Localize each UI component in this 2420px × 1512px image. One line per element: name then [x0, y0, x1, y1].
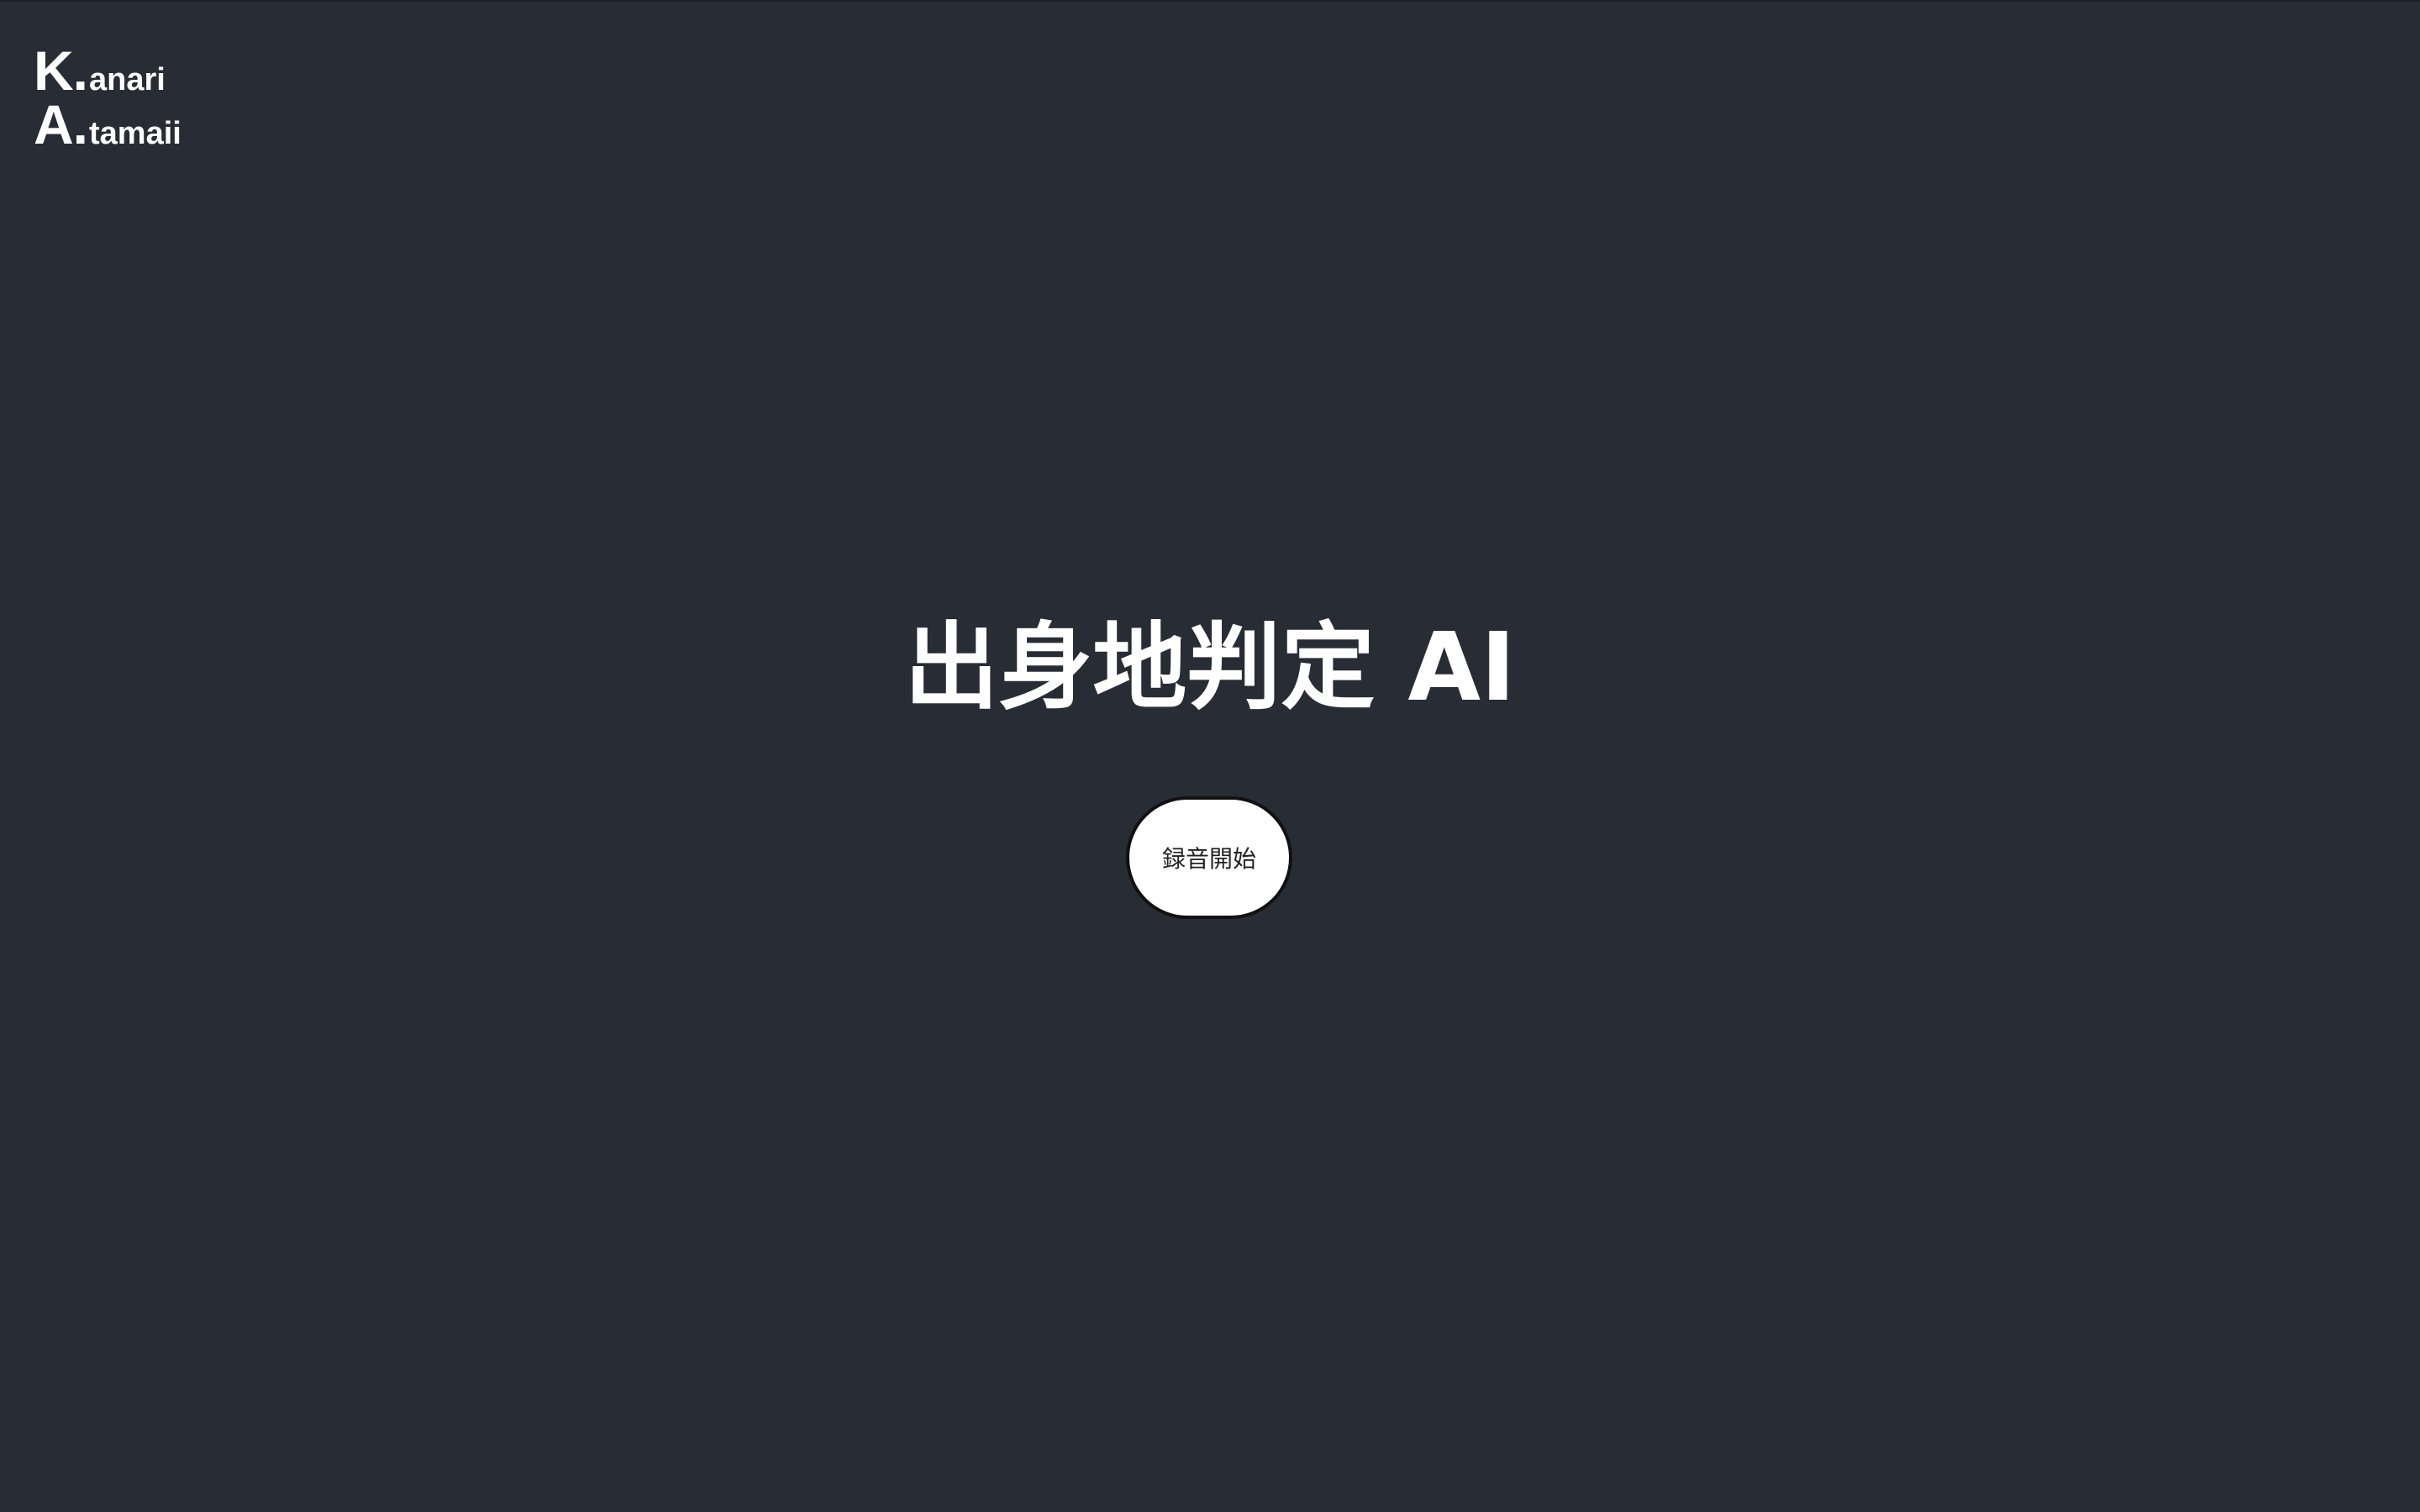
logo-initial-k: K. — [34, 39, 88, 102]
site-logo[interactable]: K. anari A. tamaii — [34, 39, 182, 155]
logo-initial-a: A. — [34, 93, 88, 155]
start-recording-button[interactable]: 録音開始 — [1126, 796, 1292, 919]
page: K. anari A. tamaii 出身地判定 AI 録音開始 — [0, 0, 2420, 1512]
logo-text-anari: anari — [89, 62, 166, 97]
page-title: 出身地判定 AI — [904, 613, 1516, 722]
logo-text-tamaii: tamaii — [89, 116, 182, 151]
logo-line-1: K. anari — [34, 39, 182, 102]
